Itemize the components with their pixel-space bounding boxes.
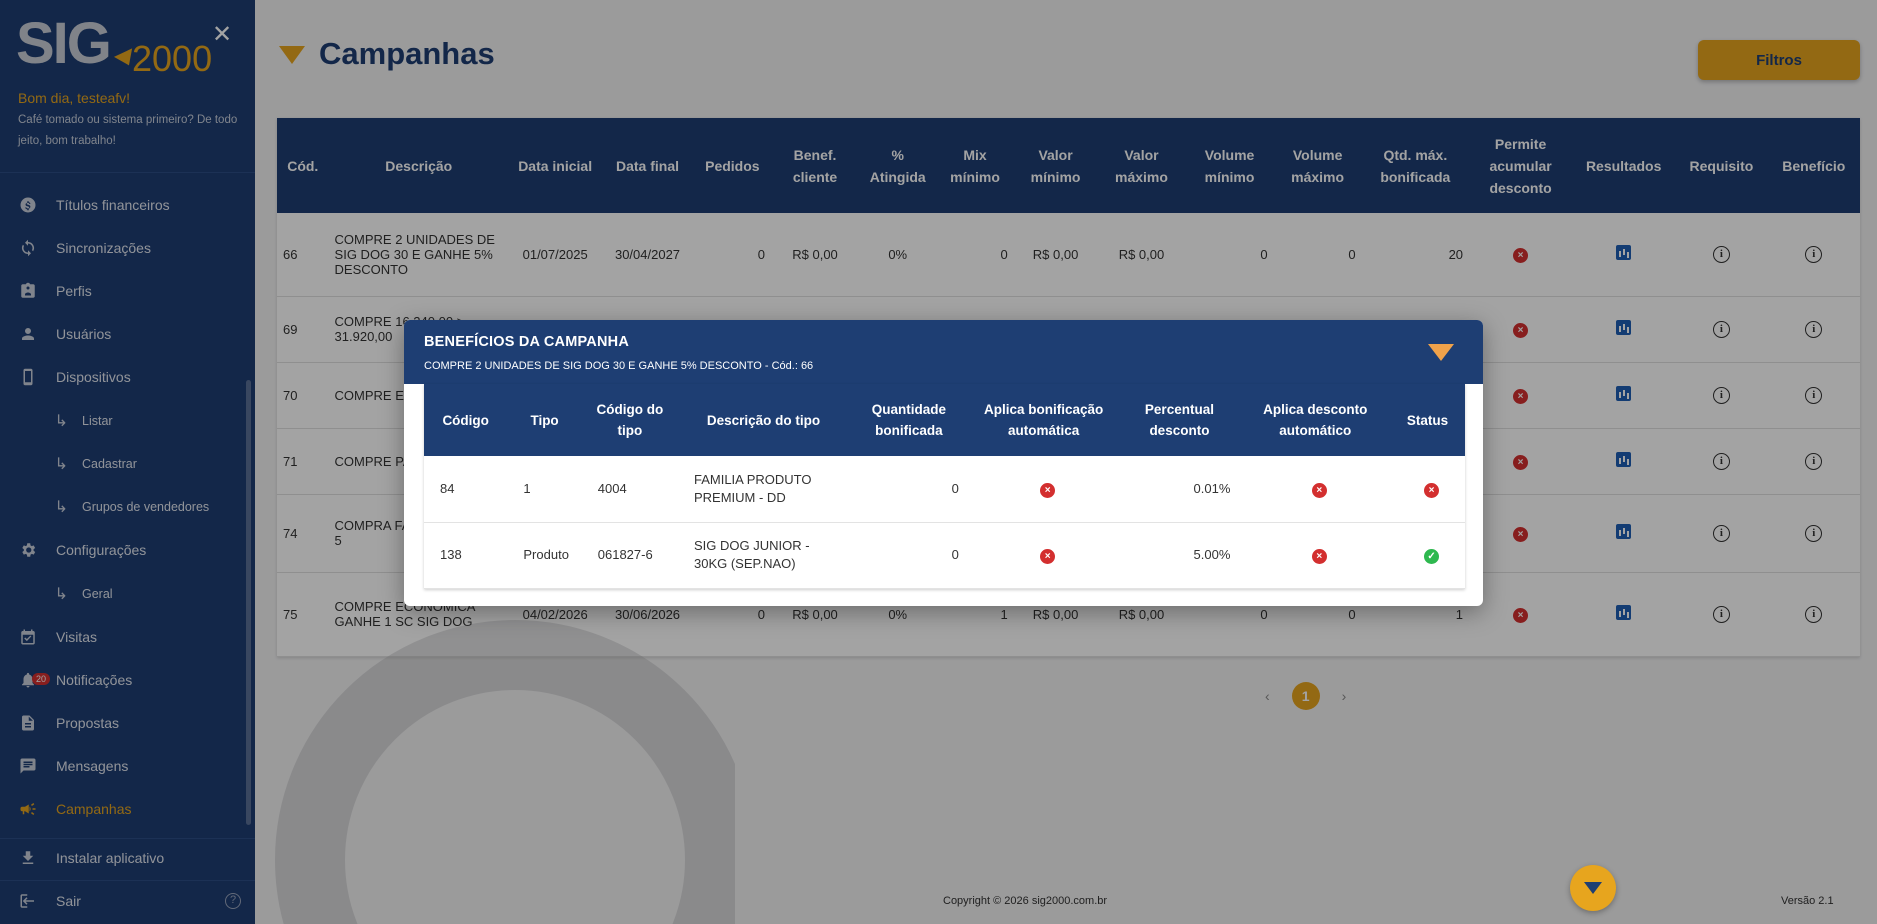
cell-tipo: Produto [507,522,582,589]
cell-desc_tipo: SIG DOG JUNIOR - 30KG (SEP.NAO) [677,522,850,589]
column-header[interactable]: Status [1390,384,1465,456]
cell-aplica_desc: × [1240,456,1391,523]
error-icon: × [1040,482,1056,498]
cell-desc_tipo: FAMILIA PRODUTO PREMIUM - DD [677,456,850,523]
benefits-table: Código Tipo Código do tipo Descrição do tip… [424,384,1465,589]
cell-codigo: 84 [424,456,508,523]
cell-cod_tipo: 061827-6 [581,522,678,589]
cell-perc: 5.00% [1118,522,1241,589]
column-header[interactable]: Código [424,384,508,456]
cell-qtd: 0 [849,522,969,589]
table-row[interactable]: 138 Produto 061827-6 SIG DOG JUNIOR - 30KG … [424,522,1465,589]
cell-perc: 0.01% [1118,456,1241,523]
column-header[interactable]: Tipo [507,384,582,456]
modal-body: Código Tipo Código do tipo Descrição do tip… [424,384,1465,589]
cell-tipo: 1 [507,456,582,523]
table-body: 84 1 4004 FAMILIA PRODUTO PREMIUM - DD 0 × 0.0… [424,456,1465,589]
column-header[interactable]: Código do tipo [581,384,678,456]
column-header[interactable]: Descrição do tipo [677,384,850,456]
cell-codigo: 138 [424,522,508,589]
filter-fab-button[interactable] [1570,865,1616,911]
modal-header: BENEFÍCIOS DA CAMPANHA COMPRE 2 UNIDADES… [404,320,1483,384]
modal-collapse-icon[interactable] [1428,344,1454,361]
column-header[interactable]: Percentual desconto [1118,384,1241,456]
cell-aplica_bonif: × [968,522,1119,589]
cell-status: ✓ [1390,522,1465,589]
error-icon: × [1424,482,1440,498]
benefits-modal: BENEFÍCIOS DA CAMPANHA COMPRE 2 UNIDADES… [404,320,1483,606]
modal-subtitle: COMPRE 2 UNIDADES DE SIG DOG 30 E GANHE … [424,360,814,372]
error-icon: × [1311,482,1327,498]
table-row[interactable]: 84 1 4004 FAMILIA PRODUTO PREMIUM - DD 0 × 0.0… [424,456,1465,523]
modal-title: BENEFÍCIOS DA CAMPANHA [424,334,629,350]
column-header[interactable]: Quantidade bonificada [849,384,969,456]
error-icon: × [1311,549,1327,564]
cell-qtd: 0 [849,456,969,523]
check-icon: ✓ [1424,549,1440,564]
cell-aplica_desc: × [1240,522,1391,589]
cell-status: × [1390,456,1465,523]
cell-aplica_bonif: × [968,456,1119,523]
error-icon: × [1040,549,1056,564]
column-header[interactable]: Aplica bonificação automática [968,384,1119,456]
column-header[interactable]: Aplica desconto automático [1240,384,1391,456]
table-header-row: Código Tipo Código do tipo Descrição do tip… [424,384,1465,456]
cell-cod_tipo: 4004 [581,456,678,523]
